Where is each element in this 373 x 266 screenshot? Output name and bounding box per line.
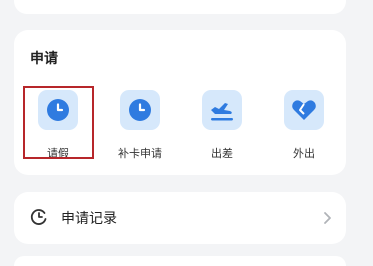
selection-highlight bbox=[23, 86, 94, 159]
heart-icon bbox=[292, 100, 316, 120]
leave-request-item[interactable]: 请假 bbox=[18, 86, 98, 190]
apply-card: 申请 请假 补卡申请 出差 外出 bbox=[14, 30, 346, 175]
business-trip-item[interactable]: 出差 bbox=[182, 90, 262, 190]
clock-icon bbox=[129, 99, 151, 121]
application-records-row[interactable]: 申请记录 bbox=[14, 192, 346, 244]
history-icon bbox=[30, 209, 47, 225]
records-label: 申请记录 bbox=[61, 211, 117, 227]
business-trip-icon-box bbox=[202, 90, 242, 130]
chevron-right-icon bbox=[324, 212, 331, 224]
go-out-label: 外出 bbox=[293, 147, 315, 160]
section-title: 申请 bbox=[30, 51, 58, 67]
clock-correction-item[interactable]: 补卡申请 bbox=[100, 90, 180, 190]
business-trip-label: 出差 bbox=[211, 147, 233, 160]
bottom-card bbox=[14, 256, 346, 266]
clock-correction-label: 补卡申请 bbox=[118, 147, 162, 160]
airplane-icon bbox=[211, 103, 233, 121]
clock-correction-icon-box bbox=[120, 90, 160, 130]
go-out-item[interactable]: 外出 bbox=[264, 90, 344, 190]
top-card bbox=[14, 0, 346, 14]
go-out-icon-box bbox=[284, 90, 324, 130]
